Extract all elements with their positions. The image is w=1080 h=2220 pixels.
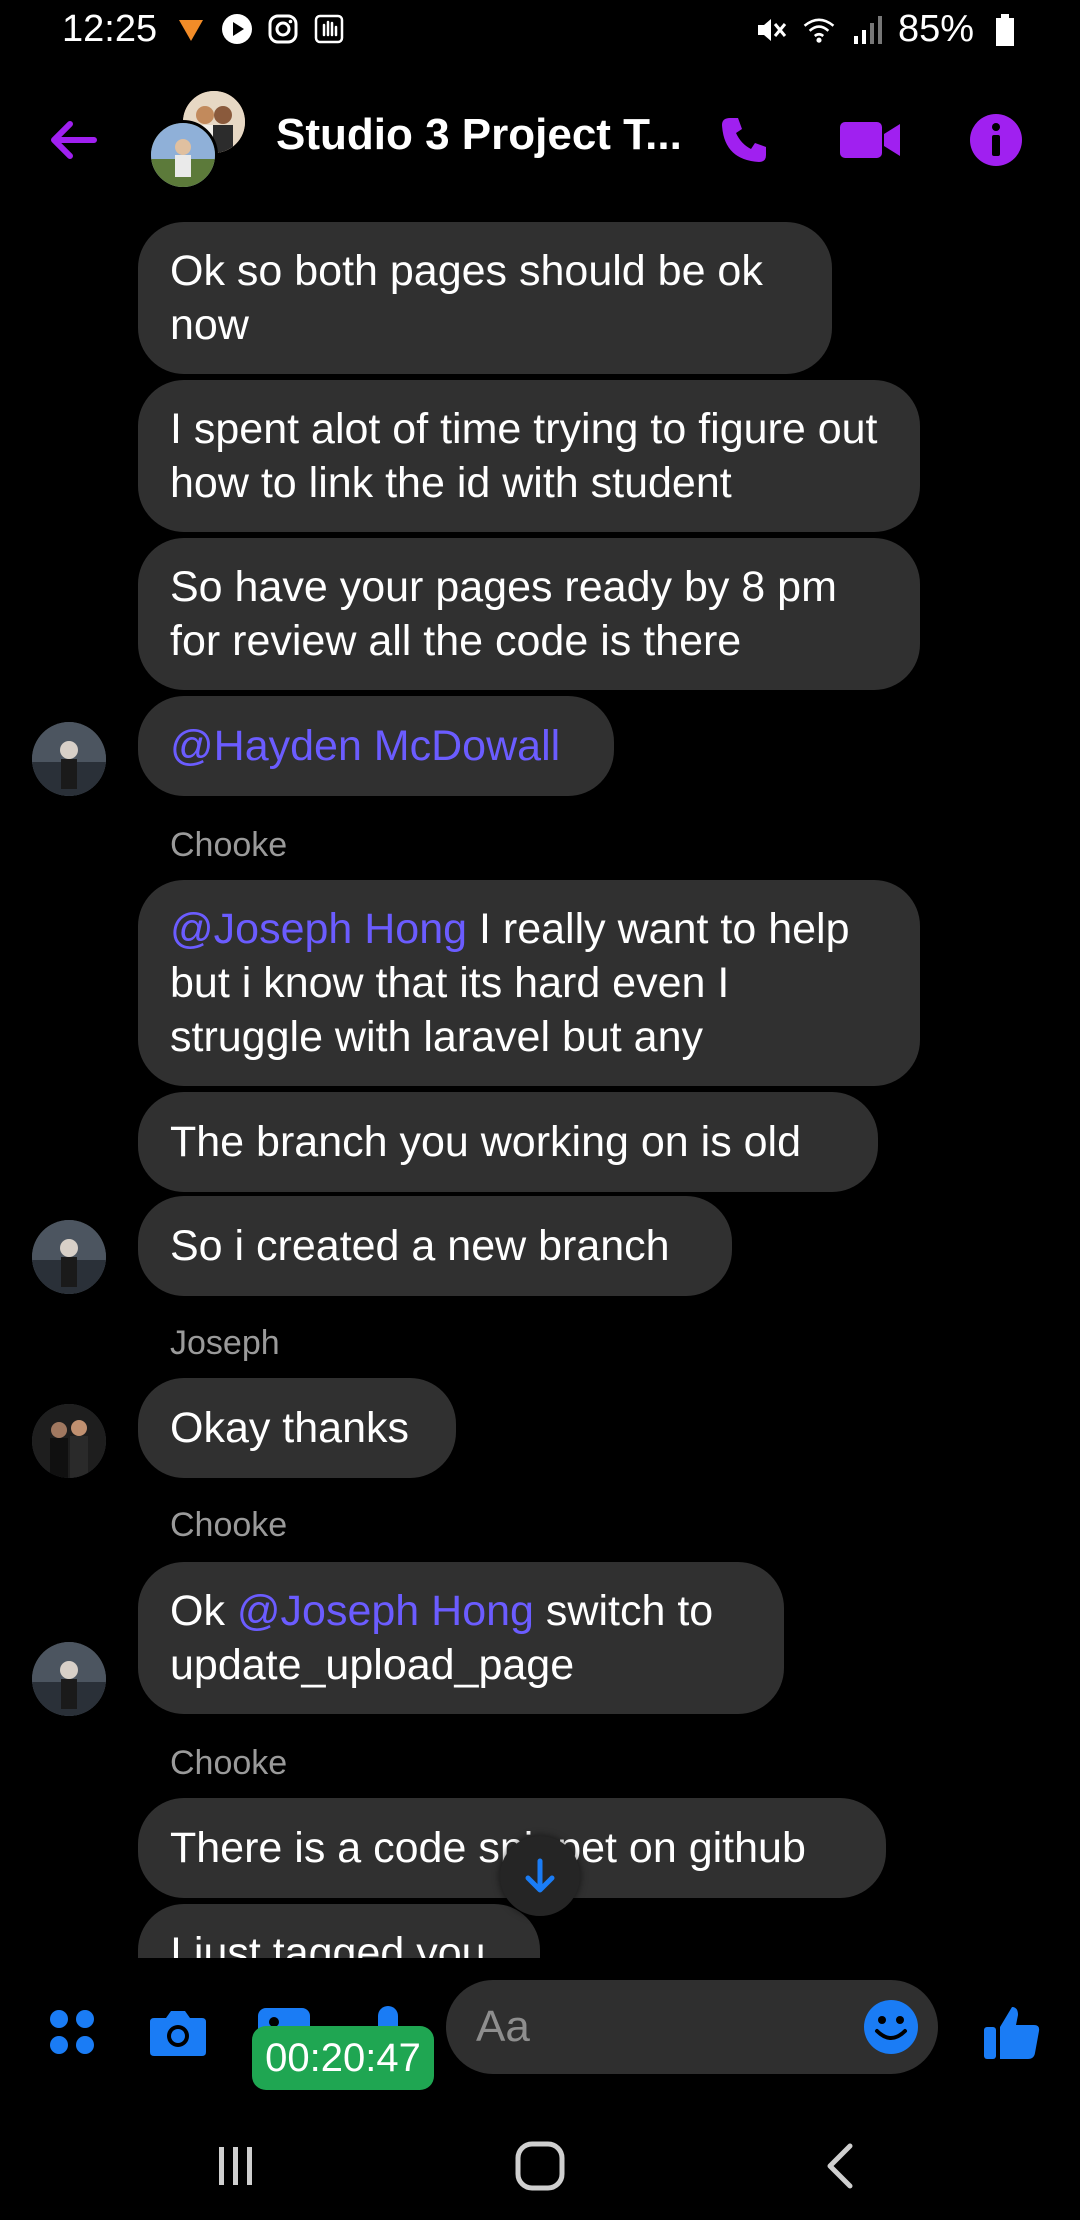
sender-name: Chooke bbox=[170, 826, 288, 864]
recording-timer: 00:20:47 bbox=[252, 2026, 434, 2090]
voice-call-button[interactable] bbox=[712, 110, 776, 170]
message-text: Ok so both pages should be ok now bbox=[170, 247, 763, 349]
sender-avatar[interactable] bbox=[32, 1220, 106, 1294]
info-button[interactable] bbox=[964, 110, 1028, 170]
video-call-button[interactable] bbox=[838, 110, 902, 170]
smiley-icon bbox=[864, 2000, 918, 2054]
battery-icon bbox=[988, 13, 1022, 47]
message-bubble[interactable]: So have your pages ready by 8 pm for rev… bbox=[138, 538, 920, 690]
phone-icon bbox=[722, 118, 766, 162]
sender-avatar[interactable] bbox=[32, 1642, 106, 1716]
play-icon bbox=[220, 12, 254, 46]
message-bubble[interactable]: @Hayden McDowall bbox=[138, 696, 614, 796]
message-text: @Joseph Hong I really want to help but i… bbox=[170, 905, 850, 1061]
message-text: Ok @Joseph Hong switch to update_upload_… bbox=[170, 1587, 714, 1689]
message-text: Okay thanks bbox=[170, 1404, 409, 1452]
recent-apps-button[interactable] bbox=[196, 2134, 276, 2198]
avatar bbox=[148, 120, 218, 190]
message-bubble[interactable]: Ok @Joseph Hong switch to update_upload_… bbox=[138, 1562, 784, 1714]
sender-name: Chooke bbox=[170, 1744, 288, 1782]
arrow-down-icon bbox=[525, 1858, 555, 1893]
like-button[interactable] bbox=[980, 2000, 1044, 2064]
status-left-icons bbox=[174, 12, 346, 46]
sender-name: Chooke bbox=[170, 1506, 288, 1544]
emoji-button[interactable] bbox=[862, 1998, 920, 2056]
instagram-icon bbox=[266, 12, 300, 46]
group-avatar[interactable] bbox=[148, 88, 248, 190]
message-bubble[interactable]: I just tagged you bbox=[138, 1904, 540, 1958]
sender-name: Joseph bbox=[170, 1324, 280, 1362]
info-icon bbox=[970, 114, 1022, 166]
battery-percent: 85% bbox=[897, 8, 974, 50]
message-bubble[interactable]: So i created a new branch bbox=[138, 1196, 732, 1296]
message-text: The branch you working on is old bbox=[170, 1118, 802, 1166]
status-right: 85% bbox=[754, 8, 1022, 51]
sender-avatar[interactable] bbox=[32, 722, 106, 796]
camera-button[interactable] bbox=[146, 2000, 210, 2064]
mute-icon bbox=[754, 13, 788, 47]
composer-bar bbox=[0, 1958, 1080, 2098]
mention-link[interactable]: @Joseph Hong bbox=[237, 1587, 534, 1635]
status-time: 12:25 bbox=[62, 8, 158, 50]
home-icon bbox=[515, 2141, 565, 2191]
back-button[interactable] bbox=[44, 112, 100, 168]
message-bubble[interactable]: I spent alot of time trying to figure ou… bbox=[138, 380, 920, 532]
thumbs-up-icon bbox=[984, 2007, 1040, 2059]
chevron-left-icon bbox=[827, 2143, 853, 2189]
message-bubble[interactable]: The branch you working on is old bbox=[138, 1092, 878, 1192]
status-bar: 12:25 85% bbox=[0, 0, 1080, 64]
mention-link[interactable]: @Hayden McDowall bbox=[170, 719, 582, 773]
system-nav-bar bbox=[0, 2110, 1080, 2220]
chat-header: Studio 3 Project T... bbox=[0, 70, 1080, 210]
message-bubble[interactable]: @Joseph Hong I really want to help but i… bbox=[138, 880, 920, 1086]
message-list[interactable]: Ok so both pages should be ok now I spen… bbox=[0, 210, 1080, 1958]
message-text: I just tagged you bbox=[170, 1929, 486, 1958]
message-text: I spent alot of time trying to figure ou… bbox=[170, 405, 878, 507]
hand-icon bbox=[312, 12, 346, 46]
scroll-to-bottom-button[interactable] bbox=[500, 1836, 580, 1916]
video-camera-icon bbox=[840, 122, 900, 158]
recent-apps-icon bbox=[219, 2147, 252, 2185]
message-text: So i created a new branch bbox=[170, 1222, 670, 1270]
more-actions-button[interactable] bbox=[40, 2000, 104, 2064]
message-bubble[interactable]: Okay thanks bbox=[138, 1378, 456, 1478]
arrow-left-icon bbox=[51, 121, 97, 159]
sender-avatar[interactable] bbox=[32, 1404, 106, 1478]
camera-icon bbox=[150, 2011, 206, 2056]
home-button[interactable] bbox=[500, 2134, 580, 2198]
wifi-icon bbox=[802, 13, 836, 47]
message-bubble[interactable]: Ok so both pages should be ok now bbox=[138, 222, 832, 374]
system-back-button[interactable] bbox=[800, 2134, 880, 2198]
mention-link[interactable]: @Joseph Hong bbox=[170, 905, 467, 953]
signal-icon bbox=[850, 13, 884, 47]
message-text: So have your pages ready by 8 pm for rev… bbox=[170, 563, 837, 665]
four-dots-icon bbox=[50, 2010, 94, 2054]
chat-title[interactable]: Studio 3 Project T... bbox=[276, 110, 682, 160]
app-notification-icon bbox=[174, 12, 208, 46]
